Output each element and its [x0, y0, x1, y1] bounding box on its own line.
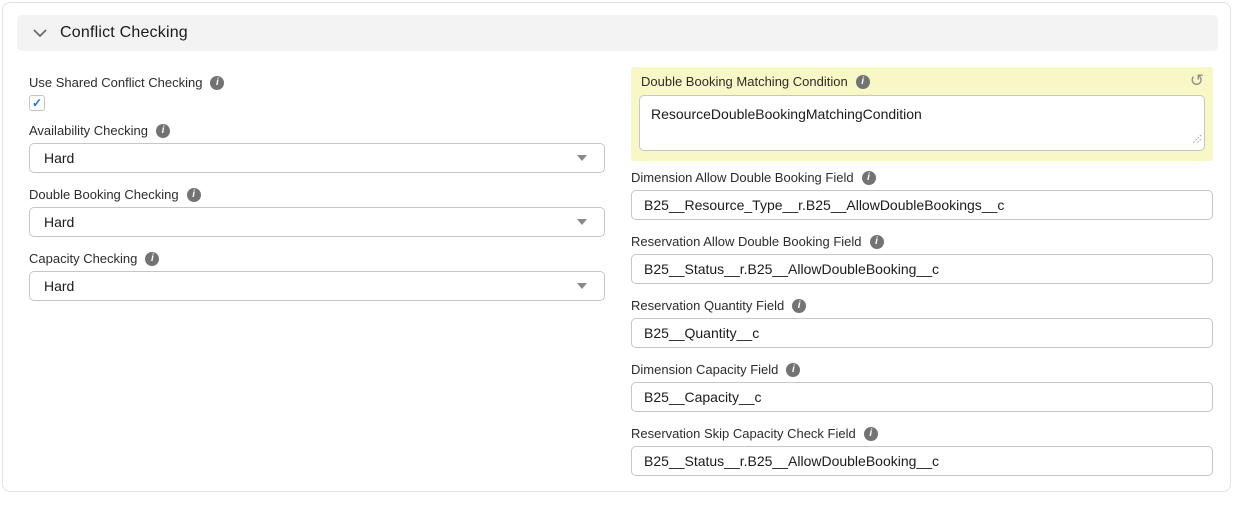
field-label-double-booking-checking: Double Booking Checking i — [29, 187, 605, 202]
field-label-reservation-quantity: Reservation Quantity Field i — [631, 298, 1213, 313]
right-column: Double Booking Matching Condition i ↺ Re… — [631, 67, 1213, 476]
field-label-reservation-allow: Reservation Allow Double Booking Field i — [631, 234, 1213, 249]
field-label-text: Capacity Checking — [29, 251, 137, 266]
reservation-quantity-field: Reservation Quantity Field i — [631, 298, 1213, 348]
field-label-use-shared: Use Shared Conflict Checking i — [29, 75, 605, 90]
conflict-checking-panel: Conflict Checking Use Shared Conflict Ch… — [2, 2, 1231, 492]
field-label-text: Dimension Allow Double Booking Field — [631, 170, 854, 185]
info-icon[interactable]: i — [864, 427, 878, 441]
checkmark-icon: ✓ — [32, 97, 42, 109]
section-title: Conflict Checking — [60, 24, 188, 42]
info-icon[interactable]: i — [856, 75, 870, 89]
availability-checking-field: Availability Checking i Hard — [29, 123, 605, 173]
field-label-text: Use Shared Conflict Checking — [29, 75, 202, 90]
select-value: Hard — [44, 150, 74, 166]
chevron-down-icon — [33, 29, 47, 38]
field-label-text: Double Booking Checking — [29, 187, 179, 202]
capacity-checking-field: Capacity Checking i Hard — [29, 251, 605, 301]
field-label-text: Reservation Skip Capacity Check Field — [631, 426, 856, 441]
field-label-text: Reservation Allow Double Booking Field — [631, 234, 862, 249]
info-icon[interactable]: i — [156, 124, 170, 138]
use-shared-conflict-checking-field: Use Shared Conflict Checking i ✓ — [29, 75, 605, 111]
dimension-capacity-field: Dimension Capacity Field i — [631, 362, 1213, 412]
field-label-text: Double Booking Matching Condition — [641, 74, 848, 89]
double-booking-checking-field: Double Booking Checking i Hard — [29, 187, 605, 237]
info-icon[interactable]: i — [792, 299, 806, 313]
reservation-allow-double-booking-input[interactable] — [631, 254, 1213, 284]
select-value: Hard — [44, 278, 74, 294]
info-icon[interactable]: i — [187, 188, 201, 202]
reservation-allow-double-booking-field: Reservation Allow Double Booking Field i — [631, 234, 1213, 284]
availability-checking-select[interactable]: Hard — [29, 143, 605, 173]
reservation-skip-capacity-check-field: Reservation Skip Capacity Check Field i — [631, 426, 1213, 476]
capacity-checking-select[interactable]: Hard — [29, 271, 605, 301]
double-booking-checking-select[interactable]: Hard — [29, 207, 605, 237]
info-icon[interactable]: i — [210, 76, 224, 90]
field-label-capacity-checking: Capacity Checking i — [29, 251, 605, 266]
double-booking-matching-condition-block: Double Booking Matching Condition i ↺ Re… — [631, 67, 1213, 161]
matching-condition-textarea[interactable]: ResourceDoubleBookingMatchingCondition — [639, 95, 1205, 151]
field-label-text: Availability Checking — [29, 123, 148, 138]
field-label-text: Dimension Capacity Field — [631, 362, 778, 377]
reservation-skip-capacity-check-input[interactable] — [631, 446, 1213, 476]
field-label-text: Reservation Quantity Field — [631, 298, 784, 313]
field-label-availability-checking: Availability Checking i — [29, 123, 605, 138]
dropdown-arrow-icon — [577, 155, 587, 161]
dimension-capacity-input[interactable] — [631, 382, 1213, 412]
undo-icon[interactable]: ↺ — [1190, 72, 1204, 89]
info-icon[interactable]: i — [870, 235, 884, 249]
reservation-quantity-input[interactable] — [631, 318, 1213, 348]
use-shared-conflict-checking-checkbox[interactable]: ✓ — [29, 95, 45, 111]
dimension-allow-double-booking-field: Dimension Allow Double Booking Field i — [631, 170, 1213, 220]
field-label-reservation-skip: Reservation Skip Capacity Check Field i — [631, 426, 1213, 441]
dimension-allow-double-booking-input[interactable] — [631, 190, 1213, 220]
info-icon[interactable]: i — [145, 252, 159, 266]
select-value: Hard — [44, 214, 74, 230]
dropdown-arrow-icon — [577, 219, 587, 225]
section-header-conflict-checking[interactable]: Conflict Checking — [17, 15, 1218, 51]
field-label-dimension-allow: Dimension Allow Double Booking Field i — [631, 170, 1213, 185]
left-column: Use Shared Conflict Checking i ✓ Availab… — [29, 75, 605, 301]
info-icon[interactable]: i — [786, 363, 800, 377]
field-label-matching-condition: Double Booking Matching Condition i — [641, 74, 1205, 89]
field-label-dimension-capacity: Dimension Capacity Field i — [631, 362, 1213, 377]
info-icon[interactable]: i — [862, 171, 876, 185]
dropdown-arrow-icon — [577, 283, 587, 289]
